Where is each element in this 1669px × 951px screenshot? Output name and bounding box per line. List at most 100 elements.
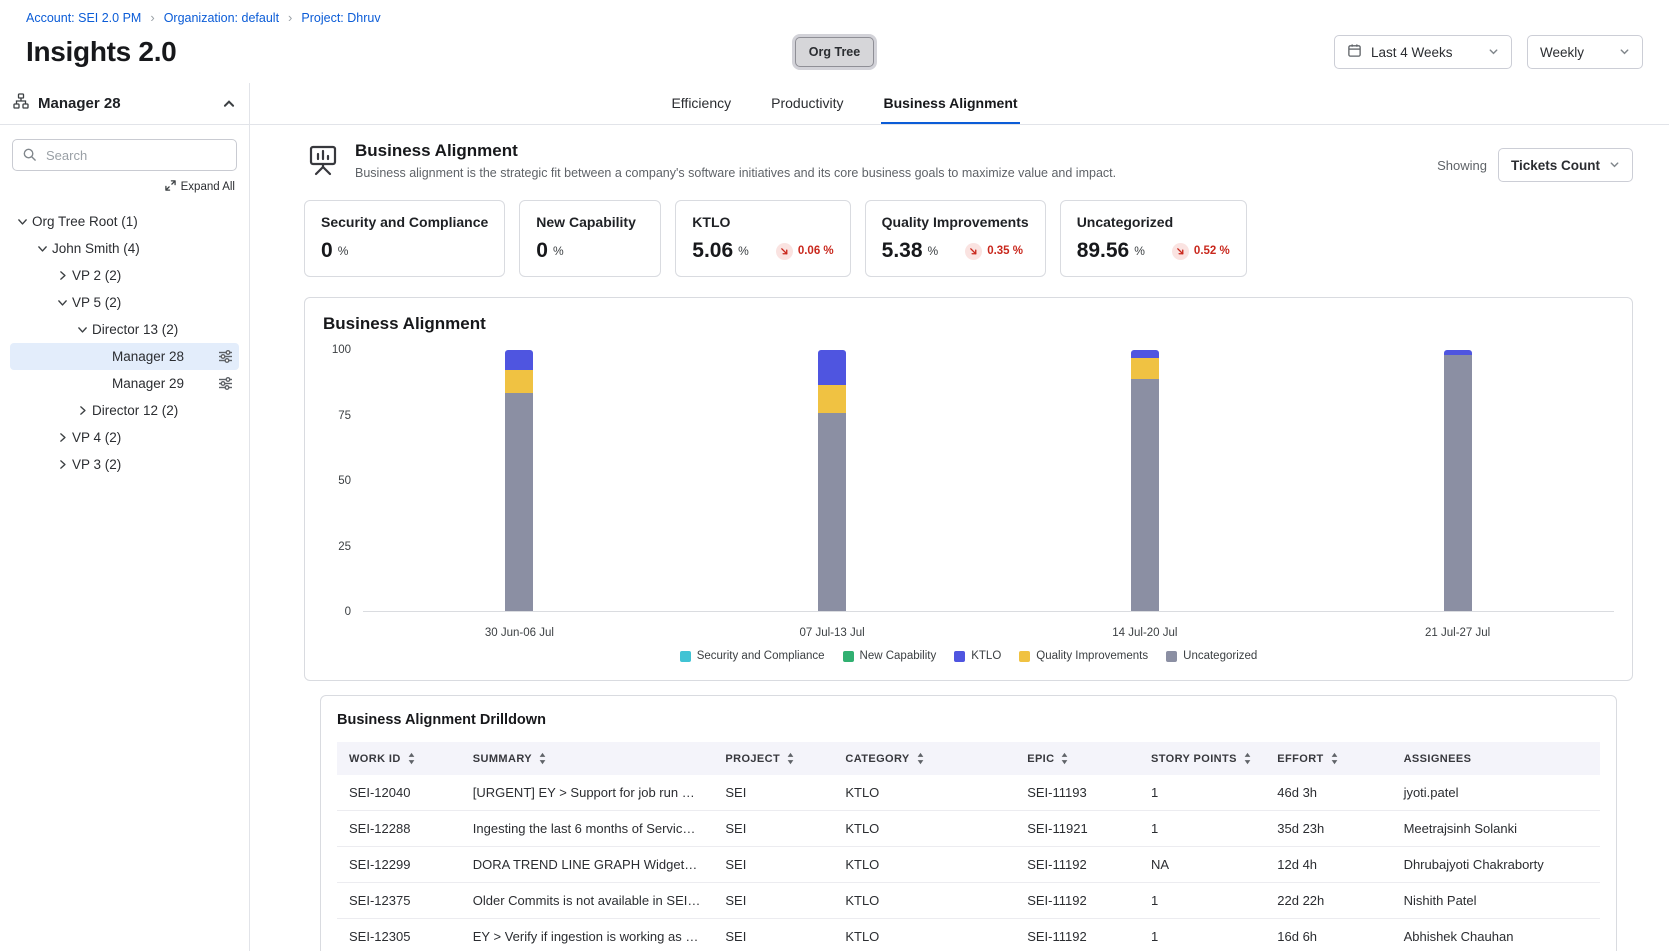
- kpi-delta-value: 0.52 %: [1194, 245, 1230, 257]
- tree-item-director-13-2[interactable]: Director 13 (2): [10, 316, 239, 343]
- breadcrumb: Account: SEI 2.0 PM›Organization: defaul…: [0, 8, 1669, 31]
- date-range-select[interactable]: Last 4 Weeks: [1334, 35, 1512, 69]
- sort-icon[interactable]: [538, 752, 547, 765]
- legend-item-uncategorized: Uncategorized: [1166, 650, 1257, 662]
- cell-project: SEI: [713, 775, 833, 811]
- chart-plot-area: [363, 350, 1614, 612]
- main-panel: Efficiency Productivity Business Alignment…: [250, 83, 1669, 951]
- table-row-sei-12288[interactable]: SEI-12288Ingesting the last 6 months of …: [337, 811, 1600, 847]
- tab-productivity[interactable]: Productivity: [769, 83, 845, 124]
- bar-segment-uncategorized: [505, 393, 533, 611]
- chevron-right-icon[interactable]: [52, 458, 72, 471]
- x-axis: 30 Jun-06 Jul07 Jul-13 Jul14 Jul-20 Jul2…: [363, 612, 1614, 648]
- kpi-card-ktlo: KTLO5.06%0.06 %: [675, 200, 850, 277]
- cell-effort: 12d 4h: [1265, 847, 1391, 883]
- search-input[interactable]: [12, 139, 237, 171]
- expand-all-label: Expand All: [181, 181, 235, 193]
- chevron-right-icon[interactable]: [52, 269, 72, 282]
- collapse-sidebar-button[interactable]: [222, 97, 236, 111]
- tree-item-john-smith-4[interactable]: John Smith (4): [10, 235, 239, 262]
- kpi-title: Quality Improvements: [882, 214, 1029, 230]
- column-header-category[interactable]: CATEGORY: [833, 742, 1015, 775]
- bar-segment-ktlo: [1131, 350, 1159, 358]
- sort-icon[interactable]: [1330, 752, 1339, 765]
- bar-07-jul-13-jul[interactable]: [818, 350, 846, 611]
- cell-summary: EY > Verify if ingestion is working as e…: [461, 919, 714, 951]
- tree-item-vp-4-2[interactable]: VP 4 (2): [10, 424, 239, 451]
- kpi-value: 0: [536, 239, 548, 263]
- kpi-card-security-and-compliance: Security and Compliance0%: [304, 200, 505, 277]
- org-chart-icon: [13, 93, 29, 114]
- bar-21-jul-27-jul[interactable]: [1444, 350, 1472, 611]
- kpi-title: Security and Compliance: [321, 214, 488, 230]
- legend-label: Quality Improvements: [1036, 650, 1148, 662]
- sort-icon[interactable]: [916, 752, 925, 765]
- chevron-down-icon[interactable]: [72, 323, 92, 336]
- legend-swatch: [1166, 651, 1177, 662]
- column-header-story-points[interactable]: STORY POINTS: [1139, 742, 1265, 775]
- org-tree-button[interactable]: Org Tree: [795, 37, 874, 67]
- chart-title: Business Alignment: [323, 314, 1614, 334]
- chevron-down-icon[interactable]: [52, 296, 72, 309]
- expand-all-button[interactable]: Expand All: [0, 175, 249, 204]
- chevron-right-icon[interactable]: [52, 431, 72, 444]
- column-header-project[interactable]: PROJECT: [713, 742, 833, 775]
- cell-epic: SEI-11192: [1015, 883, 1139, 919]
- tree-item-manager-29[interactable]: Manager 29: [10, 370, 239, 397]
- table-row-sei-12299[interactable]: SEI-12299DORA TREND LINE GRAPH Widgets i…: [337, 847, 1600, 883]
- sidebar-title: Manager 28: [38, 95, 213, 112]
- cell-summary: [URGENT] EY > Support for job run par...: [461, 775, 714, 811]
- column-header-work-id[interactable]: WORK ID: [337, 742, 461, 775]
- chevron-down-icon[interactable]: [32, 242, 52, 255]
- sort-icon[interactable]: [786, 752, 795, 765]
- table-row-sei-12040[interactable]: SEI-12040[URGENT] EY > Support for job r…: [337, 775, 1600, 811]
- interval-select[interactable]: Weekly: [1527, 35, 1643, 69]
- tree-item-director-12-2[interactable]: Director 12 (2): [10, 397, 239, 424]
- showing-select[interactable]: Tickets Count: [1498, 148, 1633, 182]
- kpi-unit: %: [1134, 244, 1145, 258]
- tree-item-label: Manager 28: [112, 349, 184, 364]
- tab-business-alignment[interactable]: Business Alignment: [881, 83, 1019, 124]
- column-header-summary[interactable]: SUMMARY: [461, 742, 714, 775]
- showing-value: Tickets Count: [1511, 158, 1600, 173]
- bar-30-jun-06-jul[interactable]: [505, 350, 533, 611]
- legend-label: Uncategorized: [1183, 650, 1257, 662]
- bar-14-jul-20-jul[interactable]: [1131, 350, 1159, 611]
- tree-item-vp-3-2[interactable]: VP 3 (2): [10, 451, 239, 478]
- column-header-effort[interactable]: EFFORT: [1265, 742, 1391, 775]
- tree-item-vp-2-2[interactable]: VP 2 (2): [10, 262, 239, 289]
- column-label: PROJECT: [725, 753, 780, 765]
- sort-icon[interactable]: [407, 752, 416, 765]
- cell-effort: 35d 23h: [1265, 811, 1391, 847]
- chevron-down-icon[interactable]: [12, 215, 32, 228]
- interval-value: Weekly: [1540, 45, 1610, 60]
- chevron-right-icon[interactable]: [72, 404, 92, 417]
- sliders-icon[interactable]: [218, 349, 233, 364]
- column-header-epic[interactable]: EPIC: [1015, 742, 1139, 775]
- sort-icon[interactable]: [1243, 752, 1252, 765]
- trend-down-icon: [1172, 243, 1189, 260]
- tab-efficiency[interactable]: Efficiency: [669, 83, 733, 124]
- breadcrumb-link-account-sei-2-0-pm[interactable]: Account: SEI 2.0 PM: [26, 11, 141, 25]
- tree-item-label: Director 12 (2): [92, 403, 178, 418]
- tree-item-vp-5-2[interactable]: VP 5 (2): [10, 289, 239, 316]
- sliders-icon[interactable]: [218, 376, 233, 391]
- column-header-assignees[interactable]: ASSIGNEES: [1392, 742, 1600, 775]
- bar-segment-quality-improvements: [505, 370, 533, 393]
- legend-label: Security and Compliance: [697, 650, 825, 662]
- tree-item-org-tree-root-1[interactable]: Org Tree Root (1): [10, 208, 239, 235]
- cell-summary: Ingesting the last 6 months of ServiceN.…: [461, 811, 714, 847]
- trend-down-icon: [776, 243, 793, 260]
- table-row-sei-12375[interactable]: SEI-12375Older Commits is not available …: [337, 883, 1600, 919]
- bar-segment-uncategorized: [818, 413, 846, 611]
- sort-icon[interactable]: [1060, 752, 1069, 765]
- table-row-sei-12305[interactable]: SEI-12305EY > Verify if ingestion is wor…: [337, 919, 1600, 951]
- tree-item-manager-28[interactable]: Manager 28: [10, 343, 239, 370]
- breadcrumb-link-organization-default[interactable]: Organization: default: [164, 11, 279, 25]
- drilldown-table: WORK IDSUMMARY PROJECT CATEGORYEPICSTORY P…: [337, 742, 1600, 951]
- cell-project: SEI: [713, 883, 833, 919]
- y-axis-tick: 0: [345, 606, 351, 618]
- cell-assignees: jyoti.patel: [1392, 775, 1600, 811]
- kpi-delta-value: 0.35 %: [987, 245, 1023, 257]
- breadcrumb-link-project-dhruv[interactable]: Project: Dhruv: [301, 11, 380, 25]
